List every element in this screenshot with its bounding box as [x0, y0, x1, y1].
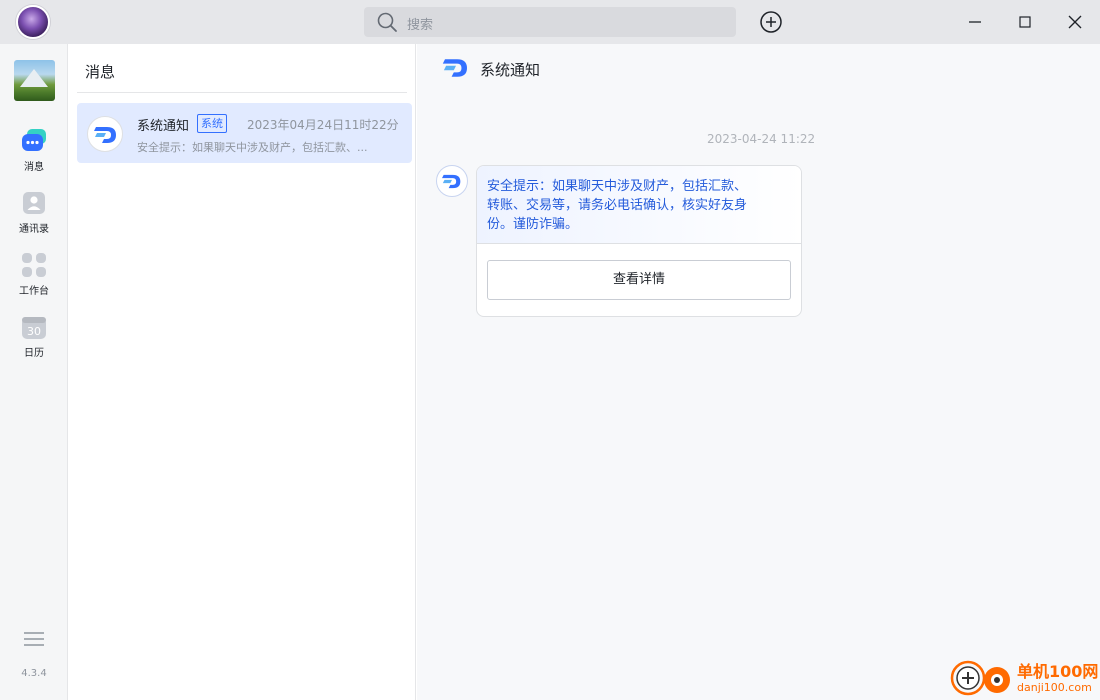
nav-label: 通讯录 [19, 224, 49, 235]
maximize-icon[interactable] [1013, 10, 1037, 34]
close-icon[interactable] [1063, 10, 1087, 34]
nav-item-calendar[interactable]: 30 日历 [0, 314, 68, 370]
workbench-icon [22, 253, 46, 277]
search-placeholder: 搜索 [407, 18, 434, 33]
title-bar: 搜索 [0, 0, 1100, 44]
divider [77, 92, 407, 93]
workspace-avatar[interactable] [14, 60, 55, 101]
left-nav: 消息 通讯录 工作台 30 日历 4.3.4 [0, 44, 68, 700]
watermark-title: 单机100网 [1017, 662, 1099, 681]
conversation-list: 消息 系统通知 系统 2023年04月24日11时22分 安全提示：如果聊天中涉… [69, 44, 416, 700]
watermark: 单机100网 danji100.com [950, 656, 1100, 700]
message-text: 安全提示：如果聊天中涉及财产，包括汇款、转账、交易等，请务必电话确认，核实好友身… [487, 179, 748, 232]
contacts-icon [23, 192, 45, 214]
nav-label: 消息 [24, 162, 44, 173]
chat-bubble-icon [22, 129, 46, 151]
message-card-body: 安全提示：如果聊天中涉及财产，包括汇款、转账、交易等，请务必电话确认，核实好友身… [477, 166, 801, 244]
chat-header: 系统通知 [417, 44, 1100, 92]
nav-item-contacts[interactable]: 通讯录 [0, 190, 68, 246]
system-logo-icon [442, 59, 467, 77]
nav-label: 日历 [24, 348, 44, 359]
nav-label: 工作台 [19, 286, 49, 297]
conversation-preview: 安全提示：如果聊天中涉及财产，包括汇款、... [137, 141, 368, 154]
chat-pane: 系统通知 2023-04-24 11:22 安全提示：如果聊天中涉及财产，包括汇… [417, 44, 1100, 700]
svg-text:30: 30 [27, 325, 41, 338]
search-icon [377, 12, 397, 32]
sender-avatar[interactable] [436, 165, 468, 197]
view-details-button[interactable]: 查看详情 [487, 260, 791, 300]
chat-title: 系统通知 [480, 61, 541, 79]
conversation-time: 2023年04月24日11时22分 [247, 118, 399, 132]
minimize-icon[interactable] [963, 10, 987, 34]
search-box[interactable]: 搜索 [364, 7, 736, 37]
system-logo-icon [87, 116, 123, 152]
watermark-url: danji100.com [1017, 681, 1092, 694]
conversation-list-title: 消息 [85, 63, 116, 81]
nav-item-messages[interactable]: 消息 [0, 128, 68, 184]
menu-icon[interactable] [23, 631, 45, 647]
user-avatar[interactable] [16, 5, 50, 39]
message-timestamp: 2023-04-24 11:22 [707, 132, 816, 146]
calendar-icon: 30 [22, 317, 46, 339]
version-label: 4.3.4 [21, 668, 47, 679]
system-tag-badge: 系统 [197, 114, 227, 133]
nav-item-workbench[interactable]: 工作台 [0, 252, 68, 308]
message-card: 安全提示：如果聊天中涉及财产，包括汇款、转账、交易等，请务必电话确认，核实好友身… [476, 165, 802, 317]
watermark-logo-icon [950, 660, 1010, 696]
conversation-name: 系统通知 [137, 119, 190, 134]
add-icon[interactable] [759, 10, 783, 34]
conversation-item[interactable]: 系统通知 系统 2023年04月24日11时22分 安全提示：如果聊天中涉及财产… [77, 103, 412, 163]
